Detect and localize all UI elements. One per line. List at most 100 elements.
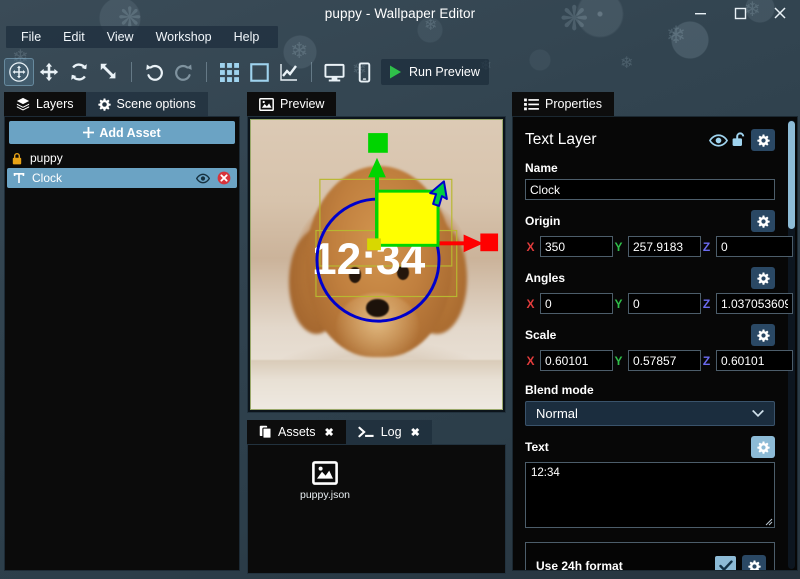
scale-y-input[interactable] [628, 350, 701, 371]
move-icon [39, 62, 59, 82]
graph-icon [280, 64, 297, 81]
scale-x-input[interactable] [540, 350, 613, 371]
move-tool-button[interactable] [34, 58, 64, 86]
axis-label-z: Z [702, 239, 711, 254]
play-icon [390, 65, 401, 79]
mouse-cursor-icon [429, 180, 448, 207]
snowflake-icon: ❄ [666, 22, 687, 49]
axis-label-y: Y [614, 239, 623, 254]
tab-assets-label: Assets [278, 425, 316, 439]
layer-row-clock[interactable]: Clock [7, 168, 237, 188]
use-24h-format-settings-button[interactable] [742, 555, 766, 570]
properties-scrollbar-thumb[interactable] [788, 121, 795, 229]
origin-x-input[interactable] [540, 236, 613, 257]
scale-settings-button[interactable] [751, 324, 775, 346]
scale-icon [100, 63, 116, 79]
menu-item-file[interactable]: File [10, 27, 52, 47]
monitor-preview-button[interactable] [319, 58, 349, 86]
gear-icon [756, 328, 770, 342]
gear-icon [756, 214, 770, 228]
axis-label-y: Y [614, 353, 623, 368]
tab-properties[interactable]: Properties [512, 92, 614, 116]
transform-gizmo[interactable]: 12:34 [251, 120, 502, 409]
assets-body: puppy.json [247, 444, 506, 574]
maximize-button[interactable] [720, 0, 760, 26]
resize-grip-icon[interactable] [763, 516, 773, 526]
tab-preview-label: Preview [280, 97, 325, 111]
tab-properties-label: Properties [545, 97, 602, 111]
scale-tool-button[interactable] [94, 58, 124, 86]
visibility-toggle-button[interactable] [707, 129, 729, 151]
scale-row-label: Scale [525, 324, 775, 346]
name-input[interactable] [525, 179, 775, 200]
angles-z-input[interactable] [716, 293, 793, 314]
minimize-button[interactable] [680, 0, 720, 26]
undo-button[interactable] [139, 58, 169, 86]
text-textarea-wrapper[interactable]: 12:34 [525, 462, 775, 528]
translate-gizmo-icon [9, 62, 29, 82]
grid-icon [219, 62, 239, 82]
menu-item-workshop[interactable]: Workshop [145, 27, 223, 47]
gear-icon [756, 271, 770, 285]
eye-icon[interactable] [196, 173, 210, 184]
layers-panel-body: Add Asset puppy Clock [4, 116, 240, 571]
rotate-tool-button[interactable] [64, 58, 94, 86]
menu-item-help[interactable]: Help [223, 27, 271, 47]
graph-button[interactable] [274, 58, 304, 86]
angles-x-input[interactable] [540, 293, 613, 314]
origin-xyz-row: X Y Z [525, 236, 793, 257]
angles-settings-button[interactable] [751, 267, 775, 289]
tab-layers[interactable]: Layers [4, 92, 86, 116]
eye-icon [708, 133, 728, 147]
preview-canvas[interactable]: 12:34 [250, 119, 503, 410]
phone-preview-button[interactable] [349, 58, 379, 86]
text-layer-icon [13, 173, 25, 183]
close-button[interactable] [760, 0, 800, 26]
gear-icon [747, 559, 761, 570]
scale-label: Scale [525, 328, 557, 342]
preview-tabstrip: Preview [247, 92, 337, 116]
delete-icon[interactable] [217, 171, 231, 185]
tab-preview[interactable]: Preview [247, 92, 337, 116]
layer-row-puppy[interactable]: puppy [5, 148, 239, 168]
close-icon [774, 7, 786, 19]
origin-x-cell: X [525, 236, 613, 257]
list-icon [524, 98, 539, 110]
grid-button[interactable] [214, 58, 244, 86]
origin-z-input[interactable] [716, 236, 793, 257]
text-settings-button[interactable] [751, 436, 775, 458]
text-textarea-value: 12:34 [531, 467, 560, 479]
tab-assets-close-icon[interactable]: ✖ [325, 426, 334, 439]
square-button[interactable] [244, 58, 274, 86]
preview-body: 12:34 [247, 116, 506, 413]
scale-z-input[interactable] [716, 350, 793, 371]
maximize-icon [734, 7, 746, 19]
use-24h-format-checkbox[interactable] [715, 555, 736, 570]
tab-log-close-icon[interactable]: ✖ [411, 426, 420, 439]
tab-layers-label: Layers [36, 97, 74, 111]
layer-settings-button[interactable] [751, 129, 775, 151]
translate-gizmo-button[interactable] [4, 58, 34, 86]
lock-toggle-button[interactable] [729, 129, 751, 151]
menu-item-view[interactable]: View [96, 27, 145, 47]
origin-settings-button[interactable] [751, 210, 775, 232]
angles-y-cell: Y [613, 293, 701, 314]
tab-assets[interactable]: Assets ✖ [247, 420, 346, 444]
terminal-icon [358, 426, 374, 437]
add-asset-button[interactable]: Add Asset [9, 121, 235, 144]
tab-scene-options[interactable]: Scene options [85, 92, 208, 116]
undo-icon [146, 64, 163, 81]
redo-button[interactable] [169, 58, 199, 86]
angles-y-input[interactable] [628, 293, 701, 314]
origin-y-input[interactable] [628, 236, 701, 257]
menu-item-edit[interactable]: Edit [52, 27, 96, 47]
scale-xyz-row: X Y Z [525, 350, 793, 371]
toolbar-separator [206, 62, 207, 82]
properties-panel: Properties Text Layer Name Clock Origin … [510, 92, 800, 579]
tab-log[interactable]: Log ✖ [345, 420, 432, 444]
tab-scene-options-label: Scene options [116, 97, 196, 111]
plus-icon [83, 127, 95, 138]
blend-mode-select[interactable]: Normal [525, 401, 775, 426]
run-preview-button[interactable]: Run Preview [381, 59, 489, 85]
asset-item-puppy-json[interactable]: puppy.json [286, 461, 364, 501]
